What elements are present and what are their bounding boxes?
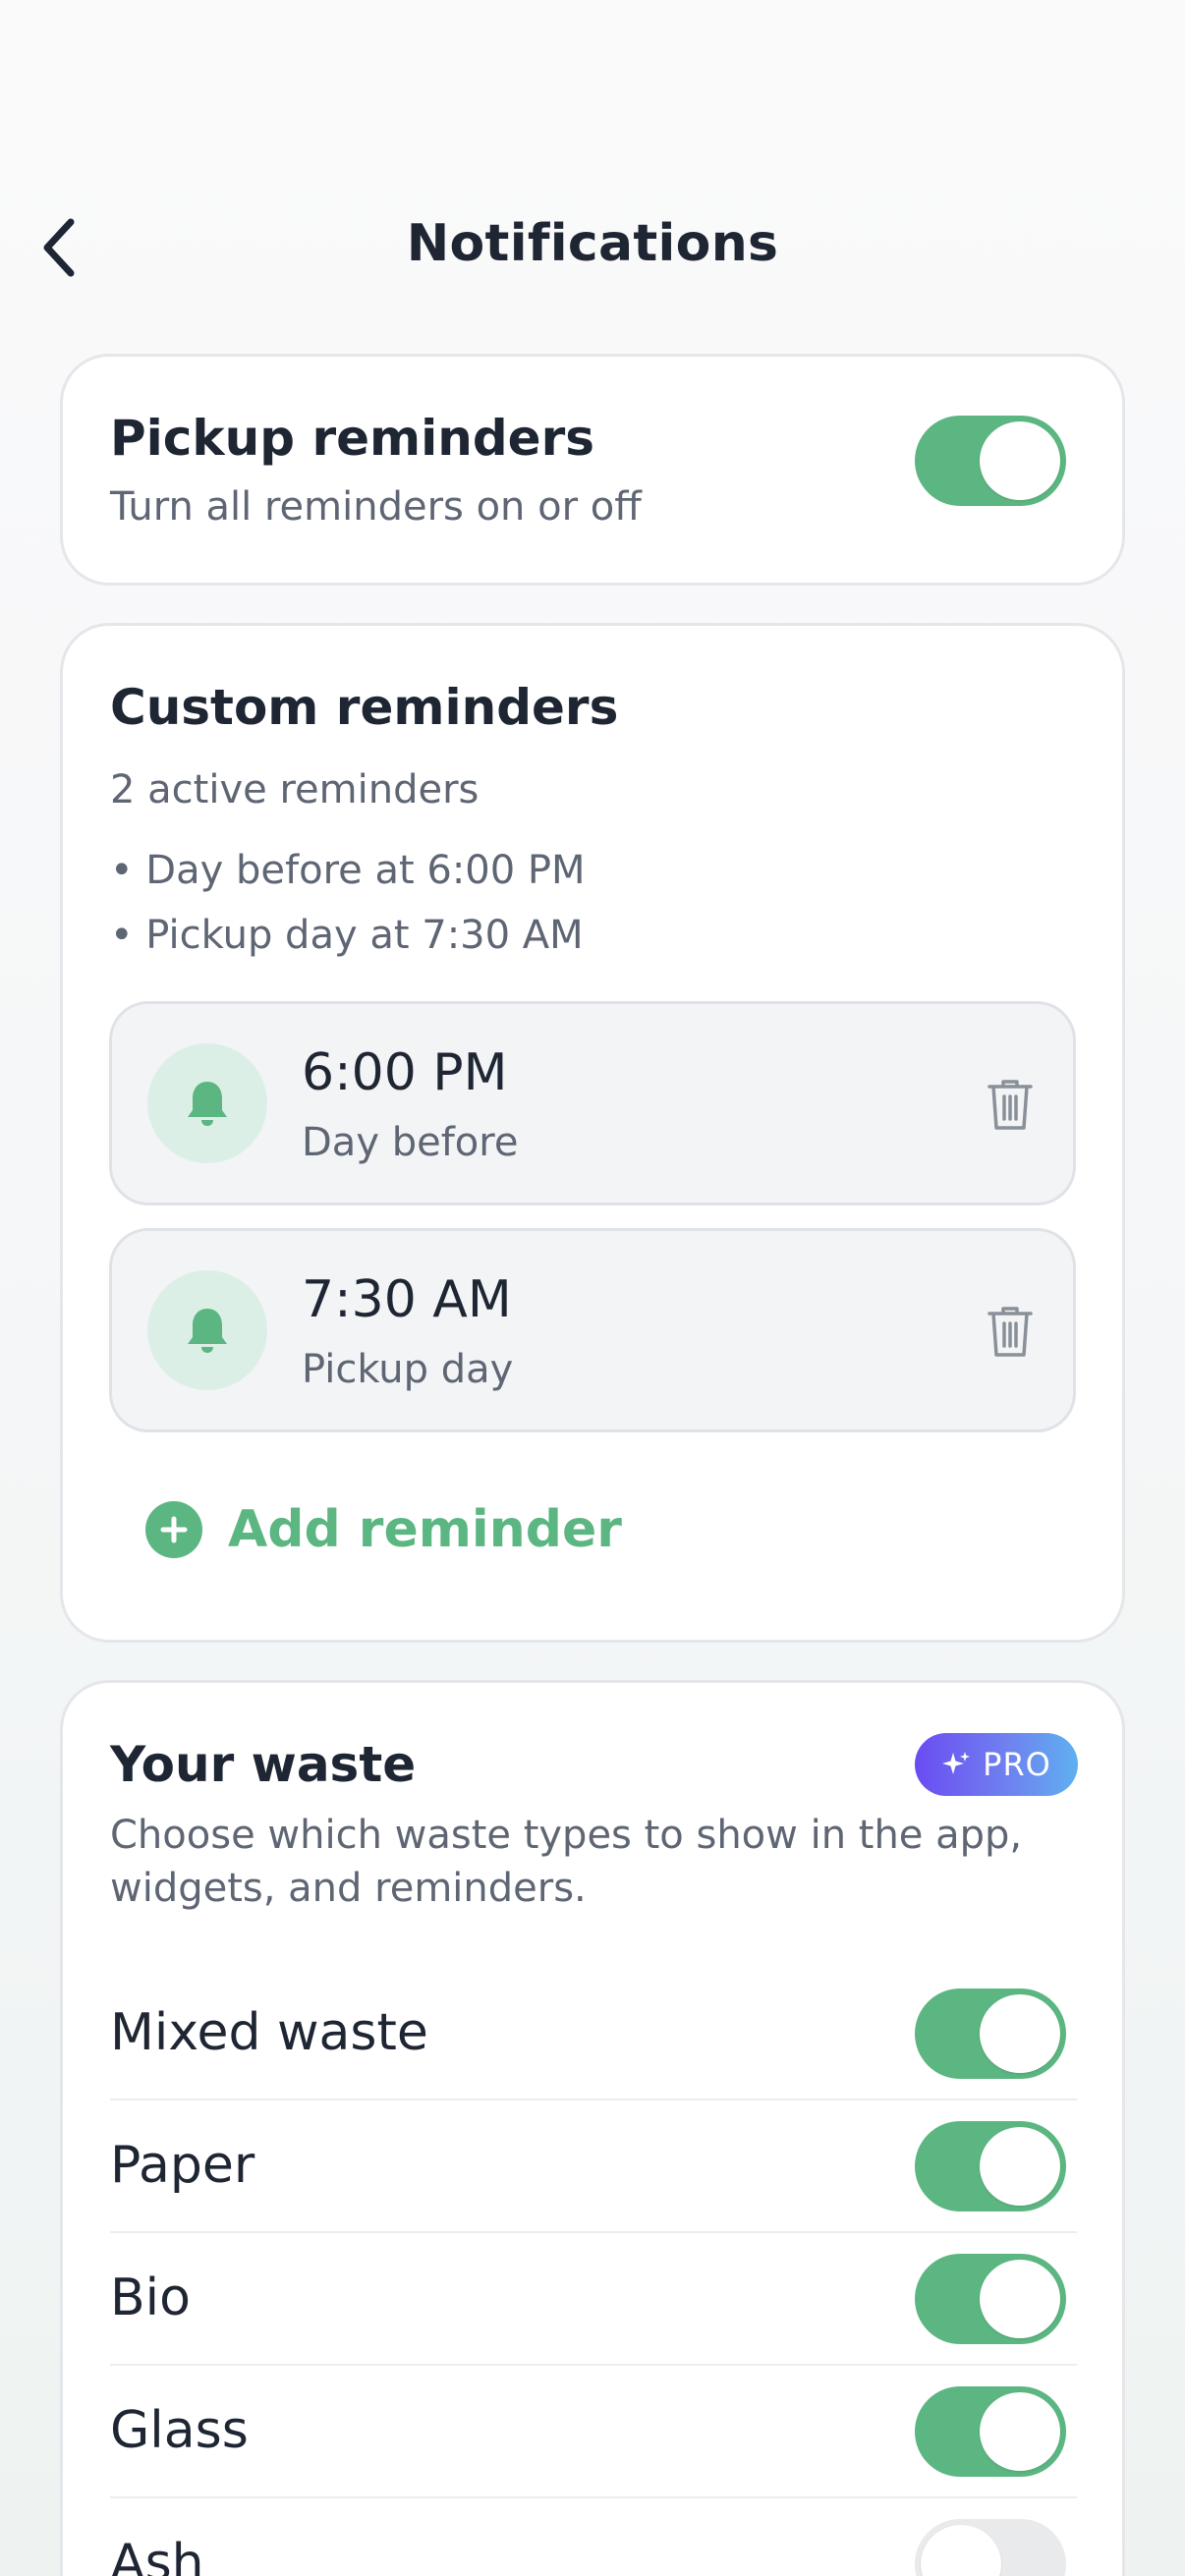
trash-icon: [988, 1307, 1033, 1357]
bell-icon-badge: [147, 1043, 267, 1163]
delete-reminder-button[interactable]: [971, 1292, 1049, 1371]
custom-reminders-card: Custom reminders 2 active reminders • Da…: [60, 623, 1125, 1643]
your-waste-title: Your waste: [110, 1736, 417, 1793]
waste-type-row: Ash: [110, 2498, 1077, 2576]
bell-icon-badge: [147, 1270, 267, 1390]
reminder-summary-item: • Pickup day at 7:30 AM: [110, 913, 584, 958]
waste-type-name: Glass: [110, 2401, 249, 2460]
waste-type-toggle[interactable]: [915, 2386, 1066, 2477]
reminder-label: Day before: [302, 1120, 519, 1165]
toggle-knob: [980, 2260, 1060, 2338]
add-reminder-label: Add reminder: [228, 1500, 622, 1559]
reminder-time: 6:00 PM: [302, 1043, 508, 1102]
waste-type-name: Mixed waste: [110, 2003, 428, 2062]
toggle-knob: [980, 2392, 1060, 2471]
pro-badge[interactable]: PRO: [915, 1733, 1078, 1796]
reminder-item[interactable]: 6:00 PM Day before: [109, 1001, 1076, 1205]
waste-type-name: Bio: [110, 2268, 191, 2327]
waste-type-toggle[interactable]: [915, 2121, 1066, 2212]
bell-icon: [188, 1309, 227, 1353]
header: Notifications: [0, 0, 1185, 324]
toggle-knob: [980, 421, 1060, 500]
custom-reminders-title: Custom reminders: [110, 679, 619, 736]
page-title: Notifications: [406, 214, 779, 273]
toggle-knob: [921, 2525, 1001, 2576]
delete-reminder-button[interactable]: [971, 1065, 1049, 1144]
your-waste-description: Choose which waste types to show in the …: [110, 1813, 1023, 1911]
active-reminders-count: 2 active reminders: [110, 767, 480, 812]
bell-icon: [188, 1082, 227, 1126]
waste-type-row: Mixed waste: [110, 1968, 1077, 2100]
pickup-reminders-title: Pickup reminders: [110, 410, 594, 467]
waste-type-toggle[interactable]: [915, 1988, 1066, 2079]
toggle-knob: [980, 1994, 1060, 2073]
reminder-summary-item: • Day before at 6:00 PM: [110, 848, 586, 893]
waste-type-row: Glass: [110, 2366, 1077, 2498]
add-reminder-button[interactable]: Add reminder: [145, 1490, 622, 1569]
waste-type-row: Paper: [110, 2100, 1077, 2233]
waste-type-name: Paper: [110, 2136, 255, 2195]
trash-icon: [988, 1080, 1033, 1130]
waste-type-toggle[interactable]: [915, 2254, 1066, 2344]
pickup-reminders-toggle[interactable]: [915, 416, 1066, 506]
reminder-item[interactable]: 7:30 AM Pickup day: [109, 1228, 1076, 1432]
plus-circle-icon: [145, 1501, 202, 1558]
reminder-label: Pickup day: [302, 1347, 514, 1392]
toggle-knob: [980, 2127, 1060, 2206]
waste-type-toggle[interactable]: [915, 2519, 1066, 2576]
sparkle-icon: [941, 1750, 971, 1779]
waste-type-name: Ash: [110, 2534, 204, 2576]
pickup-reminders-subtitle: Turn all reminders on or off: [110, 484, 642, 530]
reminder-time: 7:30 AM: [302, 1270, 512, 1329]
waste-type-row: Bio: [110, 2233, 1077, 2366]
pro-badge-label: PRO: [983, 1746, 1051, 1783]
your-waste-card: Your waste PRO Choose which waste types …: [60, 1680, 1125, 2576]
pickup-reminders-card: Pickup reminders Turn all reminders on o…: [60, 354, 1125, 586]
